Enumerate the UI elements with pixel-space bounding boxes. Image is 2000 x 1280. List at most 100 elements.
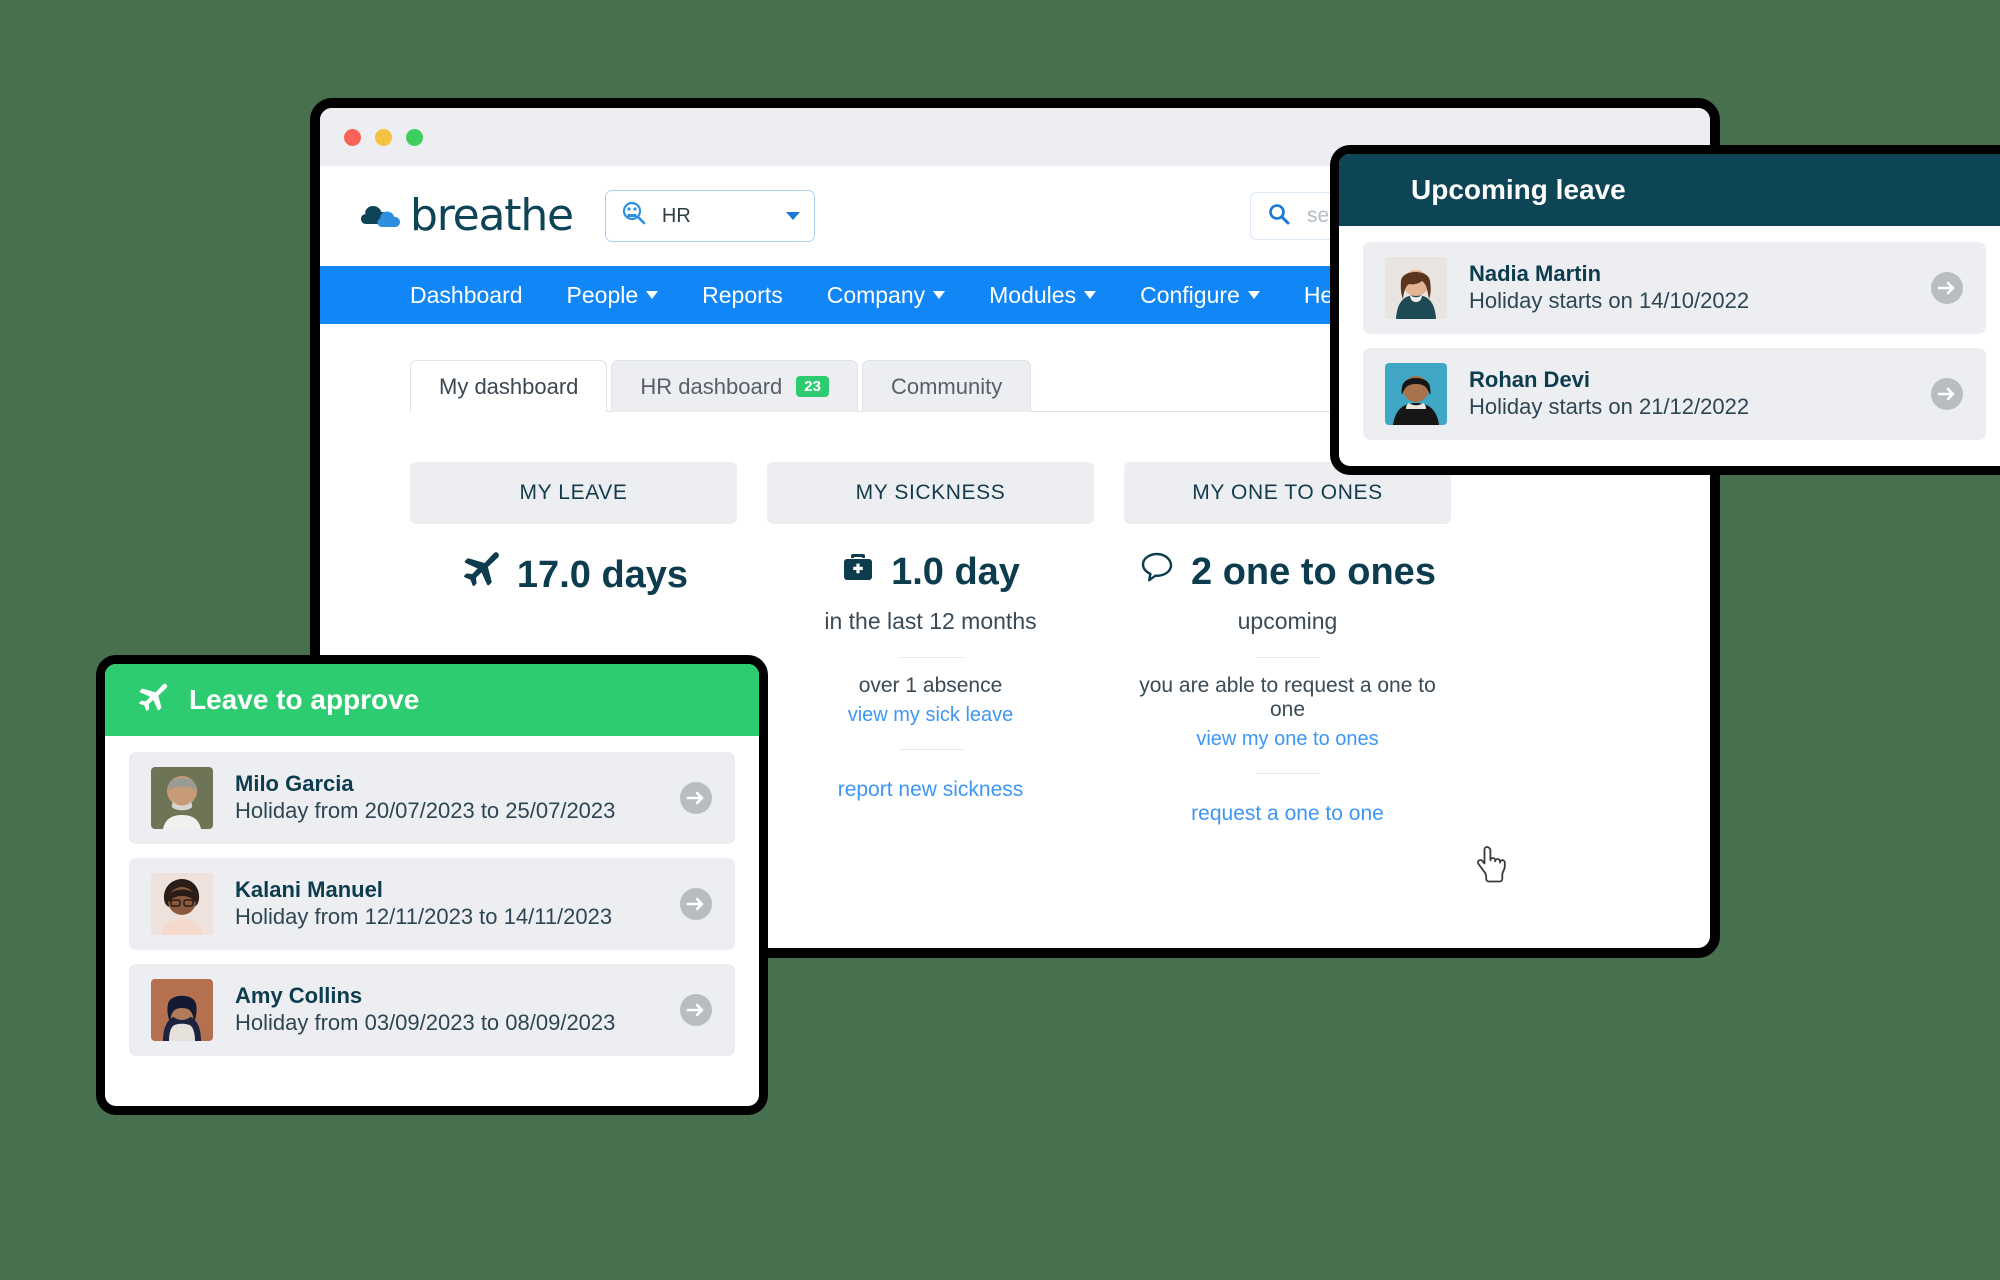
person-detail: Holiday from 03/09/2023 to 08/09/2023	[235, 1010, 616, 1036]
arrow-right-icon[interactable]	[679, 993, 713, 1027]
person-name: Amy Collins	[235, 982, 363, 1008]
logo-wordmark: breathe	[410, 190, 574, 241]
chevron-down-icon	[1084, 291, 1097, 299]
person-detail: Holiday from 20/07/2023 to 25/07/2023	[235, 798, 616, 824]
cloud-icon	[360, 196, 406, 236]
stat-subtitle: in the last 12 months	[824, 608, 1037, 634]
people-search-icon	[620, 200, 648, 233]
nav-label: Configure	[1140, 281, 1240, 308]
person-name: Nadia Martin	[1469, 260, 1602, 286]
person-detail: Holiday starts on 14/10/2022	[1469, 288, 1750, 314]
module-select[interactable]: HR	[604, 190, 815, 242]
nav-label: People	[566, 281, 639, 308]
avatar	[1385, 363, 1447, 425]
arrow-right-icon[interactable]	[1930, 271, 1964, 305]
person-detail: Holiday starts on 21/12/2022	[1469, 394, 1750, 420]
nav-item-company[interactable]: Company	[826, 281, 946, 309]
upcoming-leave-header: Upcoming leave	[1339, 154, 2000, 226]
avatar	[151, 979, 213, 1041]
list-item-text: Kalani Manuel Holiday from 12/11/2023 to…	[235, 876, 657, 932]
list-item-text: Rohan Devi Holiday starts on 21/12/2022	[1469, 366, 1908, 422]
stat-value-row: 1.0 day	[767, 550, 1094, 594]
divider	[1255, 773, 1320, 774]
search-icon	[1267, 202, 1291, 231]
chevron-down-icon	[785, 212, 800, 220]
tab-my-dashboard[interactable]: My dashboard	[410, 360, 608, 412]
view-my-sick-leave-link[interactable]: view my sick leave	[767, 704, 1094, 727]
view-my-one-to-ones-link[interactable]: view my one to ones	[1124, 728, 1451, 751]
divider	[1255, 657, 1320, 658]
list-item-text: Milo Garcia Holiday from 20/07/2023 to 2…	[235, 770, 657, 826]
tab-label: Community	[890, 373, 1003, 399]
list-item[interactable]: Milo Garcia Holiday from 20/07/2023 to 2…	[129, 752, 735, 844]
request-a-one-to-one-link[interactable]: request a one to one	[1124, 802, 1451, 826]
person-name: Rohan Devi	[1469, 366, 1591, 392]
stat-value: 17.0 days	[516, 553, 689, 596]
nav-label: Modules	[989, 281, 1077, 308]
tab-label: HR dashboard	[640, 373, 783, 399]
person-name: Milo Garcia	[235, 770, 354, 796]
card-title: Upcoming leave	[1411, 174, 1626, 205]
plane-icon	[459, 550, 501, 600]
pointing-hand-cursor	[1475, 845, 1509, 887]
status-badge: 23	[796, 376, 829, 397]
person-name: Kalani Manuel	[235, 876, 383, 902]
list-item-text: Nadia Martin Holiday starts on 14/10/202…	[1469, 260, 1908, 316]
divider	[898, 657, 963, 658]
list-item[interactable]: Kalani Manuel Holiday from 12/11/2023 to…	[129, 858, 735, 950]
list-item-text: Amy Collins Holiday from 03/09/2023 to 0…	[235, 982, 657, 1038]
minimize-window-button[interactable]	[375, 128, 392, 146]
stat-note: over 1 absence	[858, 674, 1003, 697]
stat-heading: MY SICKNESS	[767, 462, 1094, 524]
nav-item-dashboard[interactable]: Dashboard	[410, 282, 523, 309]
stat-value: 2 one to ones	[1191, 550, 1436, 593]
leave-to-approve-list: Milo Garcia Holiday from 20/07/2023 to 2…	[105, 736, 759, 1086]
upcoming-leave-list: Nadia Martin Holiday starts on 14/10/202…	[1339, 226, 2000, 466]
tab-community[interactable]: Community	[861, 360, 1032, 412]
close-window-button[interactable]	[344, 128, 361, 146]
stat-value-row: 17.0 days	[410, 550, 737, 600]
stat-card-my-one-to-ones: MY ONE TO ONES 2 one to ones upcoming yo…	[1124, 462, 1451, 826]
tab-hr-dashboard[interactable]: HR dashboard 23	[611, 360, 858, 412]
nav-item-people[interactable]: People	[567, 282, 659, 309]
tab-label: My dashboard	[439, 373, 579, 399]
breathe-logo[interactable]: breathe	[360, 190, 574, 241]
nav-label: Dashboard	[410, 281, 523, 308]
stat-heading: MY LEAVE	[410, 462, 737, 524]
speech-bubble-icon	[1139, 550, 1175, 594]
nav-item-configure[interactable]: Configure	[1140, 282, 1260, 309]
stat-note: you are able to request a one to one	[1139, 674, 1436, 721]
nav-item-reports[interactable]: Reports	[702, 282, 783, 309]
list-item[interactable]: Nadia Martin Holiday starts on 14/10/202…	[1363, 242, 1986, 334]
nav-label: Reports	[702, 281, 783, 308]
leave-to-approve-header: Leave to approve	[105, 664, 759, 736]
avatar	[1385, 257, 1447, 319]
list-item[interactable]: Rohan Devi Holiday starts on 21/12/2022	[1363, 348, 1986, 440]
stat-card-my-sickness: MY SICKNESS 1.0 day in the last 12 month…	[767, 462, 1094, 826]
upcoming-leave-card: Upcoming leave Nadia Martin Holiday star…	[1330, 145, 2000, 475]
report-new-sickness-link[interactable]: report new sickness	[767, 778, 1094, 802]
nav-item-help[interactable]: He	[1304, 282, 1333, 309]
list-item[interactable]: Amy Collins Holiday from 03/09/2023 to 0…	[129, 964, 735, 1056]
zoom-window-button[interactable]	[406, 128, 423, 146]
chevron-down-icon	[646, 291, 659, 299]
chevron-down-icon	[933, 291, 946, 299]
first-aid-kit-icon	[841, 550, 875, 594]
stat-value-row: 2 one to ones	[1124, 550, 1451, 594]
chevron-down-icon	[1247, 291, 1260, 299]
nav-item-modules[interactable]: Modules	[989, 281, 1097, 309]
stat-value: 1.0 day	[891, 550, 1020, 593]
arrow-right-icon[interactable]	[679, 887, 713, 921]
avatar	[151, 767, 213, 829]
stat-subtitle: upcoming	[1237, 608, 1338, 634]
plane-icon	[135, 682, 169, 719]
card-title: Leave to approve	[189, 684, 420, 715]
avatar	[151, 873, 213, 935]
arrow-right-icon[interactable]	[679, 781, 713, 815]
arrow-right-icon[interactable]	[1930, 377, 1964, 411]
nav-label: Company	[826, 281, 926, 308]
divider	[898, 749, 963, 750]
nav-label: He	[1303, 281, 1334, 308]
module-select-value: HR	[661, 204, 691, 227]
person-detail: Holiday from 12/11/2023 to 14/11/2023	[235, 904, 613, 930]
